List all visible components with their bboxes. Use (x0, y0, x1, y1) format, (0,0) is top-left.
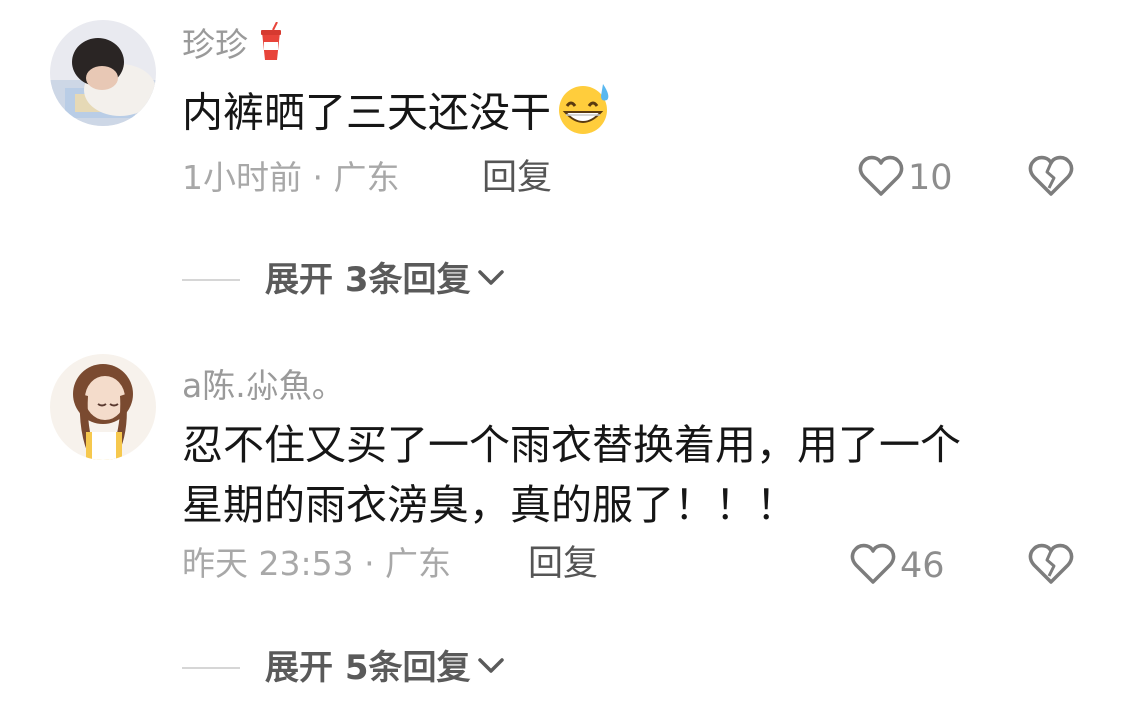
chevron-down-icon (477, 268, 505, 292)
broken-heart-icon (1028, 543, 1074, 590)
comment-meta: 1小时前 · 广东 (182, 158, 400, 197)
comment-text-line: 星期的雨衣滂臭，真的服了！！！ (182, 481, 797, 529)
avatar[interactable] (50, 20, 156, 126)
username-text: a陈.尛魚。 (182, 366, 345, 405)
comment-text-line: 忍不住又买了一个雨衣替换着用，用了一个 (182, 421, 961, 469)
grinning-sweat-emoji-icon (555, 82, 613, 149)
comment-item: a陈.尛魚。 忍不住又买了一个雨衣替换着用，用了一个 星期的雨衣滂臭，真的服了！… (0, 330, 1125, 718)
divider-line (182, 279, 240, 281)
username-text: 珍珍 (182, 25, 248, 64)
comment-text: 忍不住又买了一个雨衣替换着用，用了一个 星期的雨衣滂臭，真的服了！！！ (182, 418, 1062, 532)
expand-replies-label: 展开 3条回复 (265, 260, 471, 300)
like-button[interactable]: 10 (858, 154, 953, 202)
expand-replies-label: 展开 5条回复 (265, 648, 471, 688)
heart-icon (850, 542, 896, 590)
username[interactable]: a陈.尛魚。 (182, 366, 345, 406)
comment-text: 内裤晒了三天还没干 (182, 82, 1062, 149)
comment-item: 珍珍 内裤晒了三天还没干 1小时前 · 广东 回复 10 展开 3条回复 (0, 0, 1125, 330)
avatar[interactable] (50, 354, 156, 460)
like-count: 46 (900, 546, 945, 586)
comment-meta: 昨天 23:53 · 广东 (182, 544, 452, 583)
like-button[interactable]: 46 (850, 542, 945, 590)
username[interactable]: 珍珍 (182, 21, 284, 71)
like-count: 10 (908, 158, 953, 198)
reply-button[interactable]: 回复 (528, 544, 598, 584)
reply-button[interactable]: 回复 (482, 158, 552, 198)
expand-replies-button[interactable]: 展开 5条回复 (182, 648, 505, 688)
cup-drink-icon (258, 21, 284, 71)
chevron-down-icon (477, 656, 505, 680)
comment-text-body: 内裤晒了三天还没干 (182, 88, 551, 137)
broken-heart-icon (1028, 155, 1074, 202)
heart-icon (858, 154, 904, 202)
expand-replies-button[interactable]: 展开 3条回复 (182, 260, 505, 300)
dislike-button[interactable] (1028, 542, 1074, 590)
divider-line (182, 667, 240, 669)
dislike-button[interactable] (1028, 154, 1074, 202)
